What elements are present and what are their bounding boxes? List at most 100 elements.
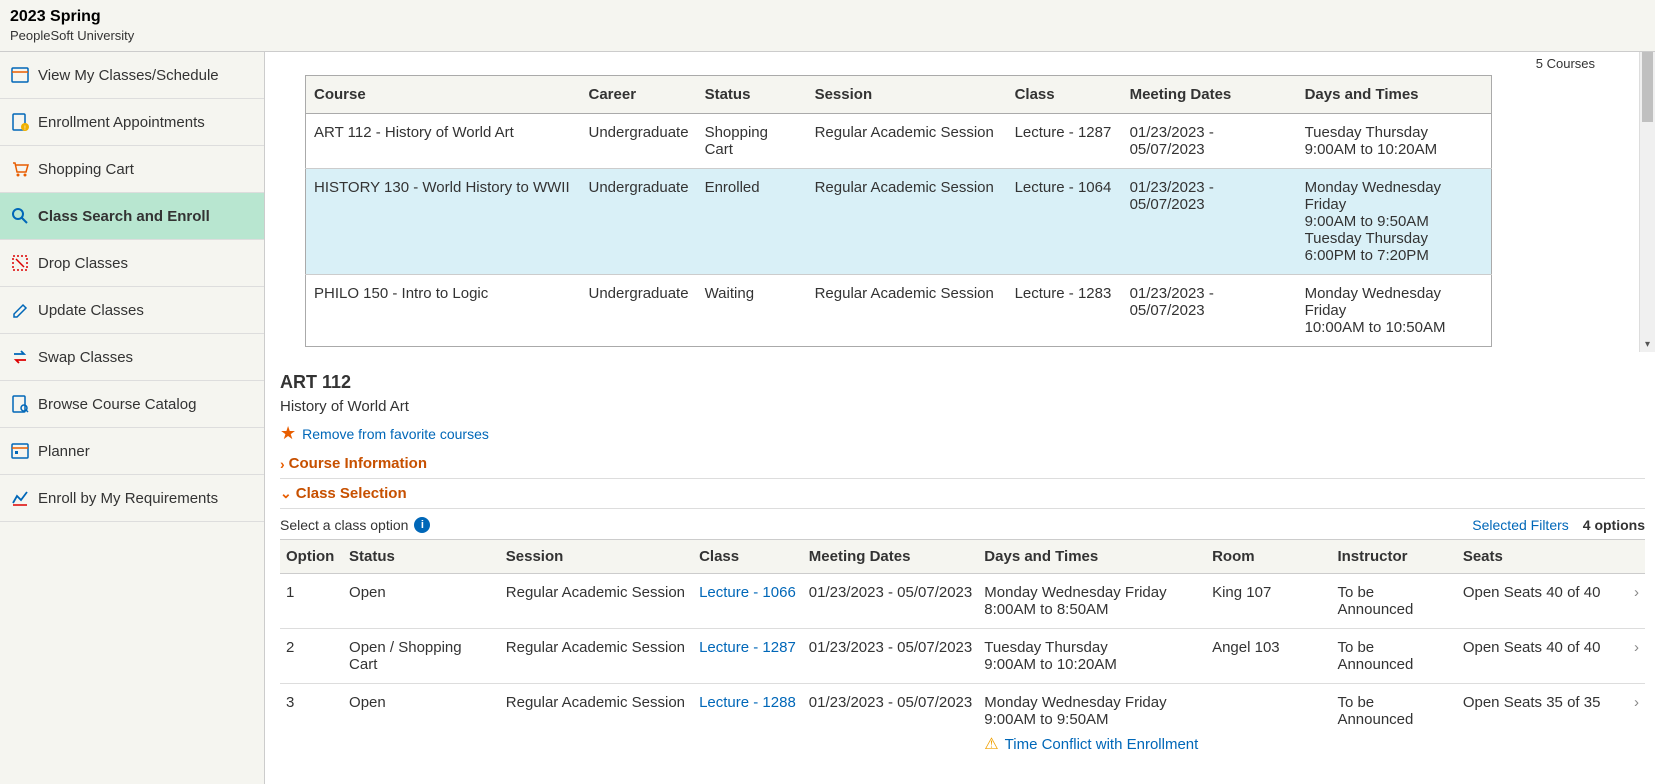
cell-session: Regular Academic Session bbox=[807, 275, 1007, 347]
opt-header-room: Room bbox=[1206, 540, 1331, 574]
sidebar-item-view-classes[interactable]: View My Classes/Schedule bbox=[0, 52, 264, 99]
cell-course: ART 112 - History of World Art bbox=[306, 114, 581, 169]
opt-room: Angel 103 bbox=[1206, 629, 1331, 684]
course-title: History of World Art bbox=[280, 398, 1645, 415]
opt-header-option: Option bbox=[280, 540, 343, 574]
opt-seats: Open Seats 40 of 40 bbox=[1457, 574, 1619, 629]
opt-header-dates: Meeting Dates bbox=[803, 540, 979, 574]
opt-session: Regular Academic Session bbox=[500, 574, 693, 629]
cell-times: Monday Wednesday Friday 10:00AM to 10:50… bbox=[1297, 275, 1492, 347]
catalog-icon bbox=[10, 394, 30, 414]
cell-times: Monday Wednesday Friday 9:00AM to 9:50AM… bbox=[1297, 169, 1492, 275]
opt-dates: 01/23/2023 - 05/07/2023 bbox=[803, 629, 979, 684]
info-icon[interactable]: i bbox=[414, 517, 430, 533]
sidebar-item-label: Class Search and Enroll bbox=[38, 208, 210, 225]
sidebar-item-label: Shopping Cart bbox=[38, 161, 134, 178]
opt-seats: Open Seats 35 of 35 bbox=[1457, 684, 1619, 765]
star-icon: ★ bbox=[280, 423, 296, 444]
sidebar-item-label: Browse Course Catalog bbox=[38, 396, 196, 413]
opt-header-seats: Seats bbox=[1457, 540, 1619, 574]
chevron-right-icon[interactable]: › bbox=[1619, 574, 1645, 629]
schedule-row[interactable]: HISTORY 130 - World History to WWII Unde… bbox=[306, 169, 1492, 275]
select-option-bar: Select a class option i Selected Filters… bbox=[280, 509, 1645, 539]
sidebar-item-browse-catalog[interactable]: Browse Course Catalog bbox=[0, 381, 264, 428]
opt-number: 3 bbox=[280, 684, 343, 765]
schedule-row[interactable]: ART 112 - History of World Art Undergrad… bbox=[306, 114, 1492, 169]
cell-status: Shopping Cart bbox=[697, 114, 807, 169]
opt-number: 2 bbox=[280, 629, 343, 684]
chart-icon bbox=[10, 488, 30, 508]
scrollbar[interactable]: ▾ bbox=[1639, 52, 1655, 352]
col-header-class: Class bbox=[1007, 76, 1122, 114]
cell-session: Regular Academic Session bbox=[807, 114, 1007, 169]
section-class-selection[interactable]: ⌄ Class Selection bbox=[280, 479, 1645, 509]
section-course-information[interactable]: › Course Information bbox=[280, 449, 1645, 479]
opt-dates: 01/23/2023 - 05/07/2023 bbox=[803, 684, 979, 765]
cell-class: Lecture - 1283 bbox=[1007, 275, 1122, 347]
class-options-table: Option Status Session Class Meeting Date… bbox=[280, 539, 1645, 764]
document-alert-icon: ! bbox=[10, 112, 30, 132]
cell-dates: 01/23/2023 - 05/07/2023 bbox=[1122, 275, 1297, 347]
class-link[interactable]: Lecture - 1066 bbox=[699, 584, 796, 601]
chevron-right-icon[interactable]: › bbox=[1619, 629, 1645, 684]
cell-dates: 01/23/2023 - 05/07/2023 bbox=[1122, 114, 1297, 169]
option-row[interactable]: 1 Open Regular Academic Session Lecture … bbox=[280, 574, 1645, 629]
sidebar-item-shopping-cart[interactable]: Shopping Cart bbox=[0, 146, 264, 193]
chevron-right-icon[interactable]: › bbox=[1619, 684, 1645, 765]
sidebar-item-swap-classes[interactable]: Swap Classes bbox=[0, 334, 264, 381]
time-conflict-warning: ⚠ Time Conflict with Enrollment bbox=[984, 734, 1200, 754]
search-icon bbox=[10, 206, 30, 226]
swap-icon bbox=[10, 347, 30, 367]
select-label: Select a class option bbox=[280, 517, 408, 533]
cell-career: Undergraduate bbox=[581, 275, 697, 347]
opt-header-session: Session bbox=[500, 540, 693, 574]
cell-career: Undergraduate bbox=[581, 169, 697, 275]
opt-number: 1 bbox=[280, 574, 343, 629]
term-title: 2023 Spring bbox=[10, 8, 1645, 26]
calendar-icon bbox=[10, 65, 30, 85]
option-row[interactable]: 3 Open Regular Academic Session Lecture … bbox=[280, 684, 1645, 765]
cell-times: Tuesday Thursday 9:00AM to 10:20AM bbox=[1297, 114, 1492, 169]
selected-filters-link[interactable]: Selected Filters bbox=[1472, 517, 1568, 533]
cell-status: Enrolled bbox=[697, 169, 807, 275]
schedule-table: Course Career Status Session Class Meeti… bbox=[305, 75, 1492, 347]
sidebar-item-update-classes[interactable]: Update Classes bbox=[0, 287, 264, 334]
sidebar-item-planner[interactable]: Planner bbox=[0, 428, 264, 475]
opt-session: Regular Academic Session bbox=[500, 629, 693, 684]
sidebar-item-class-search-enroll[interactable]: Class Search and Enroll bbox=[0, 193, 264, 240]
opt-seats: Open Seats 40 of 40 bbox=[1457, 629, 1619, 684]
cell-course: HISTORY 130 - World History to WWII bbox=[306, 169, 581, 275]
sidebar-item-label: View My Classes/Schedule bbox=[38, 67, 219, 84]
warning-icon: ⚠ bbox=[984, 734, 998, 754]
scroll-down-icon[interactable]: ▾ bbox=[1640, 336, 1655, 352]
main-container: View My Classes/Schedule ! Enrollment Ap… bbox=[0, 52, 1655, 784]
sidebar-item-enrollment-appointments[interactable]: ! Enrollment Appointments bbox=[0, 99, 264, 146]
scrollbar-thumb[interactable] bbox=[1642, 52, 1653, 122]
option-row[interactable]: 2 Open / Shopping Cart Regular Academic … bbox=[280, 629, 1645, 684]
opt-instructor: To be Announced bbox=[1331, 629, 1456, 684]
opt-instructor: To be Announced bbox=[1331, 684, 1456, 765]
sidebar-item-label: Swap Classes bbox=[38, 349, 133, 366]
chevron-right-icon: › bbox=[280, 456, 285, 472]
opt-room: King 107 bbox=[1206, 574, 1331, 629]
course-header: ART 112 History of World Art bbox=[280, 372, 1645, 415]
sidebar-item-label: Enroll by My Requirements bbox=[38, 490, 218, 507]
warning-text[interactable]: Time Conflict with Enrollment bbox=[1005, 736, 1199, 753]
cell-class: Lecture - 1287 bbox=[1007, 114, 1122, 169]
section-title: Course Information bbox=[289, 455, 427, 472]
page-header: 2023 Spring PeopleSoft University bbox=[0, 0, 1655, 52]
opt-header-status: Status bbox=[343, 540, 500, 574]
class-link[interactable]: Lecture - 1288 bbox=[699, 694, 796, 711]
opt-header-class: Class bbox=[693, 540, 803, 574]
col-header-course: Course bbox=[306, 76, 581, 114]
remove-favorite-link[interactable]: ★ Remove from favorite courses bbox=[280, 423, 1645, 444]
opt-room bbox=[1206, 684, 1331, 765]
cell-career: Undergraduate bbox=[581, 114, 697, 169]
sidebar-item-drop-classes[interactable]: Drop Classes bbox=[0, 240, 264, 287]
chevron-down-icon: ⌄ bbox=[280, 485, 292, 502]
opt-instructor: To be Announced bbox=[1331, 574, 1456, 629]
drop-icon bbox=[10, 253, 30, 273]
sidebar-item-enroll-by-requirements[interactable]: Enroll by My Requirements bbox=[0, 475, 264, 522]
class-link[interactable]: Lecture - 1287 bbox=[699, 639, 796, 656]
schedule-row[interactable]: PHILO 150 - Intro to Logic Undergraduate… bbox=[306, 275, 1492, 347]
